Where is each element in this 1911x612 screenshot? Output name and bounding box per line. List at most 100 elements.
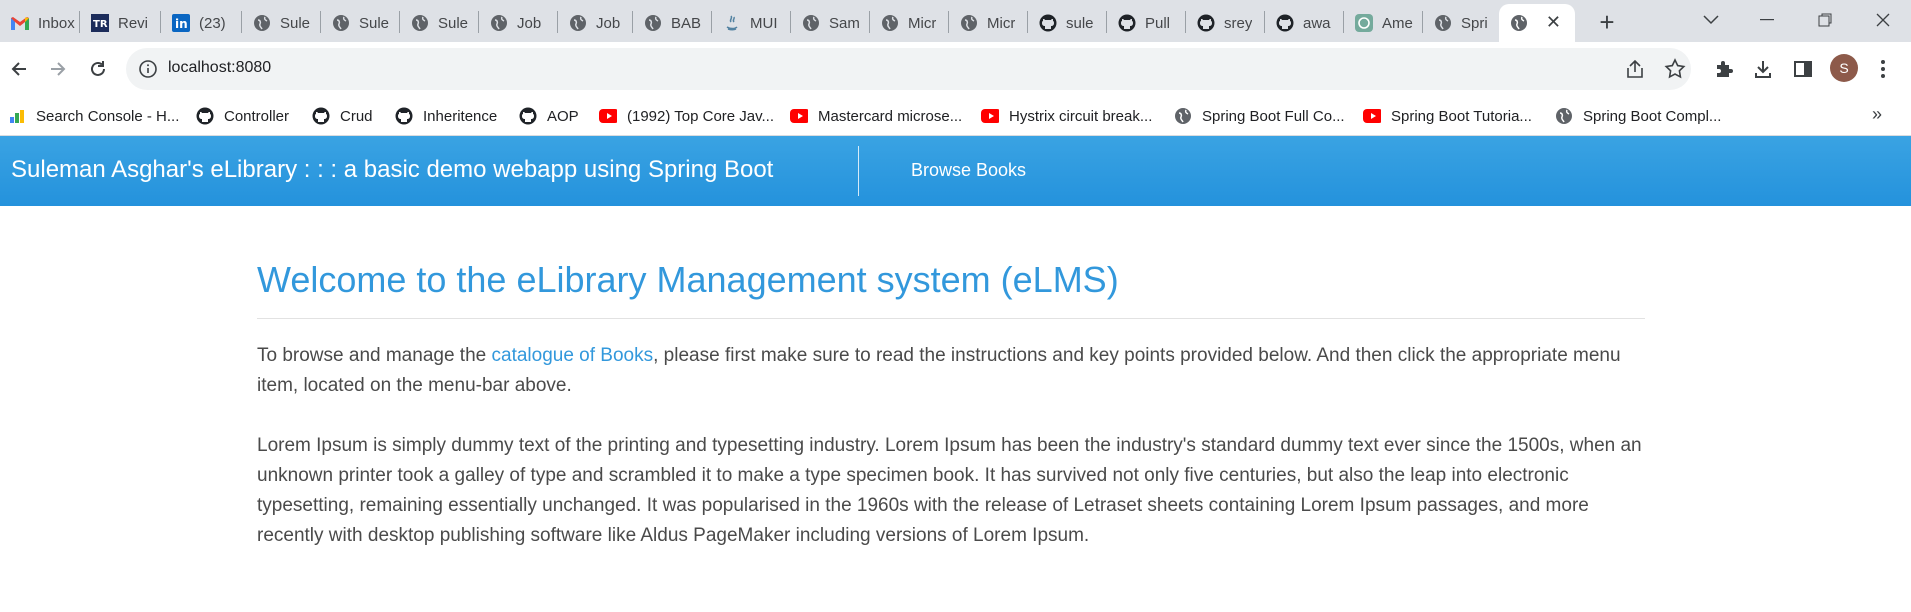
share-icon[interactable] [1624,58,1646,80]
page-title: Welcome to the eLibrary Management syste… [257,259,1119,300]
url-text: localhost:8080 [168,59,272,76]
browser-tab[interactable]: sule [1028,4,1106,42]
bookmark-item[interactable]: Spring Boot Compl... [1555,102,1721,130]
bookmark-item[interactable]: Hystrix circuit break... [981,102,1152,130]
minimize-button[interactable] [1739,0,1795,40]
tab-title: Spri [1461,14,1488,32]
youtube-icon [599,107,617,125]
bookmark-label: Mastercard microse... [818,107,963,125]
browser-tab[interactable]: Job [479,4,557,42]
new-tab-button[interactable]: + [1591,6,1623,38]
browser-tab[interactable]: Sule [321,4,399,42]
github-icon [1275,13,1295,33]
bookmark-item[interactable]: (1992) Top Core Jav... [599,102,774,130]
address-bar[interactable]: localhost:8080 [126,48,1691,90]
tab-title: sule [1066,14,1094,32]
browser-tab[interactable]: MUI [712,4,790,42]
side-panel-button[interactable] [1790,56,1816,82]
download-icon [1755,61,1771,78]
bookmark-item[interactable]: AOP [519,102,579,130]
browse-books-link[interactable]: Browse Books [911,160,1026,181]
github-icon [196,107,214,125]
browser-tab[interactable]: Pull [1107,4,1185,42]
globe-icon [880,13,900,33]
browser-tab[interactable]: Sule [242,4,320,42]
web-page: Suleman Asghar's eLibrary : : : a basic … [0,136,1911,612]
extensions-button[interactable] [1711,56,1737,82]
tab-search-button[interactable] [1683,0,1739,40]
bookmark-item[interactable]: Inheritence [395,102,497,130]
active-browser-tab[interactable]: ✕ [1499,4,1575,42]
browser-tab[interactable]: Sam [791,4,869,42]
chrome-menu-button[interactable] [1870,56,1896,82]
intro-paragraph: To browse and manage the catalogue of Bo… [257,341,1645,401]
linkedin-icon: in [171,13,191,33]
browser-tab[interactable]: Sule [400,4,478,42]
bookmark-item[interactable]: Crud [312,102,373,130]
bookmark-item[interactable]: Controller [196,102,289,130]
bookmark-label: Search Console - H... [36,107,180,125]
star-icon[interactable] [1664,58,1686,80]
tab-title: Pull [1145,14,1171,32]
globe-icon [1174,107,1192,125]
bookmarks-bar: Search Console - H... Controller Crud In… [0,96,1911,136]
globe-icon [1433,13,1453,33]
globe-icon [489,13,509,33]
github-icon [519,107,537,125]
bookmark-item[interactable]: Spring Boot Tutoria... [1363,102,1532,130]
bookmark-label: Crud [340,107,373,125]
close-window-button[interactable] [1855,0,1911,40]
tab-title: Micr [987,14,1016,32]
catalogue-link[interactable]: catalogue of Books [492,345,654,366]
globe-icon [1555,107,1573,125]
tab-title: Ame [1382,14,1413,32]
browser-tab[interactable]: Inbox [0,4,78,42]
bookmark-item[interactable]: Search Console - H... [8,102,179,130]
tab-title: Sule [438,14,469,32]
navbar-divider [858,146,859,196]
forward-button[interactable] [41,52,75,86]
globe-icon [568,13,588,33]
bookmark-label: Inheritence [423,107,498,125]
browser-tab[interactable]: Micr [949,4,1027,42]
chatgpt-icon [1354,13,1374,33]
back-button[interactable] [2,52,36,86]
browser-tab[interactable]: Ame [1344,4,1422,42]
browser-tab[interactable]: Spri [1423,4,1499,42]
bookmark-label: Spring Boot Full Co... [1202,107,1345,125]
restore-button[interactable] [1797,0,1853,40]
downloads-button[interactable] [1750,56,1776,82]
browser-tab[interactable]: awa [1265,4,1343,42]
reload-button[interactable] [81,52,115,86]
tab-title: Job [596,14,621,32]
close-tab-icon[interactable]: ✕ [1546,12,1561,33]
bookmark-item[interactable]: Spring Boot Full Co... [1174,102,1345,130]
browser-tab[interactable]: BAB [633,4,711,42]
tab-title: Sule [280,14,311,32]
tab-title: Revi [118,14,149,32]
browser-tab[interactable]: Micr [870,4,948,42]
info-icon[interactable] [138,59,158,79]
plus-icon: + [1599,6,1615,37]
github-icon [395,107,413,125]
bookmarks-overflow-button[interactable]: » [1872,104,1882,125]
double-chevron-right-icon: » [1872,104,1883,124]
bookmark-item[interactable]: Mastercard microse... [790,102,962,130]
browser-tab[interactable]: Job [558,4,632,42]
restore-icon [1818,13,1832,27]
browser-tab[interactable]: in (23) [161,4,241,42]
more-vertical-icon [1881,60,1885,78]
globe-icon [1509,13,1529,33]
bookmark-label: Spring Boot Compl... [1583,107,1722,125]
browser-tab[interactable]: srey [1186,4,1264,42]
svg-text:in: in [175,17,188,31]
search-console-icon [8,107,26,125]
app-navbar: Suleman Asghar's eLibrary : : : a basic … [0,136,1911,206]
profile-avatar[interactable]: S [1830,54,1858,82]
app-brand-title[interactable]: Suleman Asghar's eLibrary : : : a basic … [11,156,773,184]
minimize-icon [1760,19,1774,21]
youtube-icon [1363,107,1381,125]
title-divider [257,318,1645,319]
browser-tab[interactable]: TR Revi [80,4,160,42]
tab-title: (23) [199,14,226,32]
